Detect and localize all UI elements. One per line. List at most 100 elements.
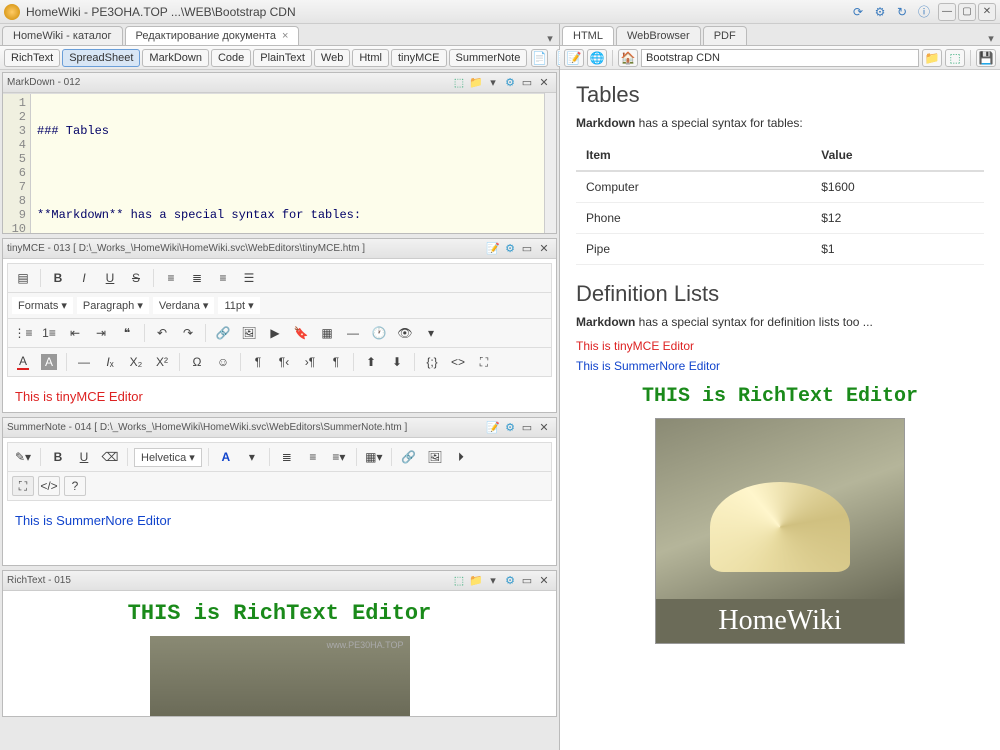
clear-button[interactable]: ⌫ (99, 447, 121, 467)
link-icon[interactable]: ⚙ (502, 75, 518, 91)
link-button[interactable]: 🔗 (398, 447, 420, 467)
style-button[interactable]: ✎▾ (12, 447, 34, 467)
save-icon[interactable]: 💾 (976, 49, 996, 67)
align-right-button[interactable]: ≡ (212, 268, 234, 288)
ltr-button[interactable]: ¶‹ (273, 352, 295, 372)
link-icon[interactable]: ⚙ (502, 420, 518, 436)
link-icon[interactable]: ⚙ (502, 573, 518, 589)
paragraph-select[interactable]: Paragraph ▾ (77, 297, 149, 314)
superscript-button[interactable]: X² (151, 352, 173, 372)
remove-format-button[interactable]: — (73, 352, 95, 372)
visualchars-button[interactable]: ¶ (325, 352, 347, 372)
underline-button[interactable]: U (73, 447, 95, 467)
image-button[interactable]: 🖼 (238, 323, 260, 343)
code-button[interactable]: <> (447, 352, 469, 372)
mode-tinymce[interactable]: tinyMCE (391, 49, 447, 67)
minimize-pane-icon[interactable]: ▭ (519, 75, 535, 91)
summernote-content[interactable]: This is SummerNore Editor (3, 505, 556, 565)
home-icon[interactable]: 🏠 (618, 49, 638, 67)
fontsize-select[interactable]: 11pt ▾ (218, 297, 259, 314)
tabs-dropdown-icon[interactable]: ▾ (541, 32, 559, 45)
upload-button[interactable]: ⬆ (360, 352, 382, 372)
sync-icon[interactable]: ⟳ (850, 4, 866, 20)
tab-edit-document[interactable]: Редактирование документа× (125, 26, 300, 45)
folder-icon[interactable]: 📁 (468, 573, 484, 589)
address-bar[interactable]: Bootstrap CDN (641, 49, 919, 67)
codesample-button[interactable]: {;} (421, 352, 443, 372)
chevron-down-icon[interactable]: ▾ (420, 323, 442, 343)
emoticons-button[interactable]: ☺ (212, 352, 234, 372)
close-pane-icon[interactable]: ✕ (536, 420, 552, 436)
font-select[interactable]: Helvetica ▾ (134, 448, 202, 467)
indent-button[interactable]: ⇥ (90, 323, 112, 343)
forecolor-button[interactable]: A (12, 352, 34, 372)
align-left-button[interactable]: ≡ (160, 268, 182, 288)
bold-button[interactable]: B (47, 268, 69, 288)
fullscreen-button[interactable]: ⛶ (12, 476, 34, 496)
minimize-pane-icon[interactable]: ▭ (519, 420, 535, 436)
richtext-content[interactable]: THIS is RichText Editor (3, 591, 556, 716)
italic-button[interactable]: I (73, 268, 95, 288)
video-button[interactable]: ⏵ (450, 447, 472, 467)
color-button[interactable]: A (215, 447, 237, 467)
preview-button[interactable]: 👁 (394, 323, 416, 343)
close-button[interactable]: ✕ (978, 3, 996, 21)
link-button[interactable]: 🔗 (212, 323, 234, 343)
scrollbar[interactable] (544, 93, 556, 233)
close-pane-icon[interactable]: ✕ (536, 573, 552, 589)
rtl-button[interactable]: ›¶ (299, 352, 321, 372)
bold-button[interactable]: B (47, 447, 69, 467)
mode-web[interactable]: Web (314, 49, 350, 67)
media-button[interactable]: ▶ (264, 323, 286, 343)
mode-spreadsheet[interactable]: SpreadSheet (62, 49, 140, 67)
picture-button[interactable]: 🖼 (424, 447, 446, 467)
restore-window-icon[interactable]: ⬚ (451, 573, 467, 589)
mode-richtext[interactable]: RichText (4, 49, 60, 67)
show-blocks-button[interactable]: ¶ (247, 352, 269, 372)
gear-icon[interactable]: ⚙ (872, 4, 888, 20)
table-button[interactable]: ▦▾ (363, 447, 385, 467)
markdown-source[interactable]: ### Tables **Markdown** has a special sy… (31, 94, 367, 233)
bullet-list-button[interactable]: ⋮≡ (12, 323, 34, 343)
mode-markdown[interactable]: MarkDown (142, 49, 209, 67)
info-icon[interactable]: ⓘ (916, 4, 932, 20)
html-preview[interactable]: Tables Markdown has a special syntax for… (560, 70, 1000, 750)
folder-icon[interactable]: 📁 (922, 49, 942, 67)
tabs-dropdown-icon[interactable]: ▾ (982, 32, 1000, 45)
blockquote-button[interactable]: ❝ (116, 323, 138, 343)
ul-button[interactable]: ≣ (276, 447, 298, 467)
paragraph-button[interactable]: ≡▾ (328, 447, 350, 467)
maximize-button[interactable]: ▢ (958, 3, 976, 21)
hr-button[interactable]: — (342, 323, 364, 343)
codeview-button[interactable]: </> (38, 476, 60, 496)
help-button[interactable]: ? (64, 476, 86, 496)
chevron-down-icon[interactable]: ▾ (485, 573, 501, 589)
mode-code[interactable]: Code (211, 49, 251, 67)
minimize-button[interactable]: — (938, 3, 956, 21)
doc-icon[interactable]: 📄 (531, 49, 548, 67)
mode-plaintext[interactable]: PlainText (253, 49, 312, 67)
undo-button[interactable]: ↶ (151, 323, 173, 343)
tab-catalog[interactable]: HomeWiki - каталог (2, 26, 123, 45)
datetime-button[interactable]: 🕐 (368, 323, 390, 343)
formats-select[interactable]: Formats ▾ (12, 297, 73, 314)
source-icon[interactable]: ▤ (12, 268, 34, 288)
chevron-down-icon[interactable]: ▾ (485, 75, 501, 91)
table-button[interactable]: ▦ (316, 323, 338, 343)
redo-button[interactable]: ↷ (177, 323, 199, 343)
folder-icon[interactable]: 📁 (468, 75, 484, 91)
backcolor-button[interactable]: A (38, 352, 60, 372)
fullscreen-button[interactable]: ⛶ (473, 352, 495, 372)
color-more-button[interactable]: ▾ (241, 447, 263, 467)
align-center-button[interactable]: ≣ (186, 268, 208, 288)
anchor-button[interactable]: 🔖 (290, 323, 312, 343)
close-icon[interactable]: × (282, 30, 288, 42)
new-icon[interactable]: 📝 (485, 420, 501, 436)
tab-webbrowser[interactable]: WebBrowser (616, 26, 701, 45)
minimize-pane-icon[interactable]: ▭ (519, 573, 535, 589)
charmap-button[interactable]: Ω (186, 352, 208, 372)
tinymce-content[interactable]: This is tinyMCE Editor (3, 381, 556, 412)
clear-button[interactable]: Iₓ (99, 352, 121, 372)
underline-button[interactable]: U (99, 268, 121, 288)
tab-pdf[interactable]: PDF (703, 26, 747, 45)
